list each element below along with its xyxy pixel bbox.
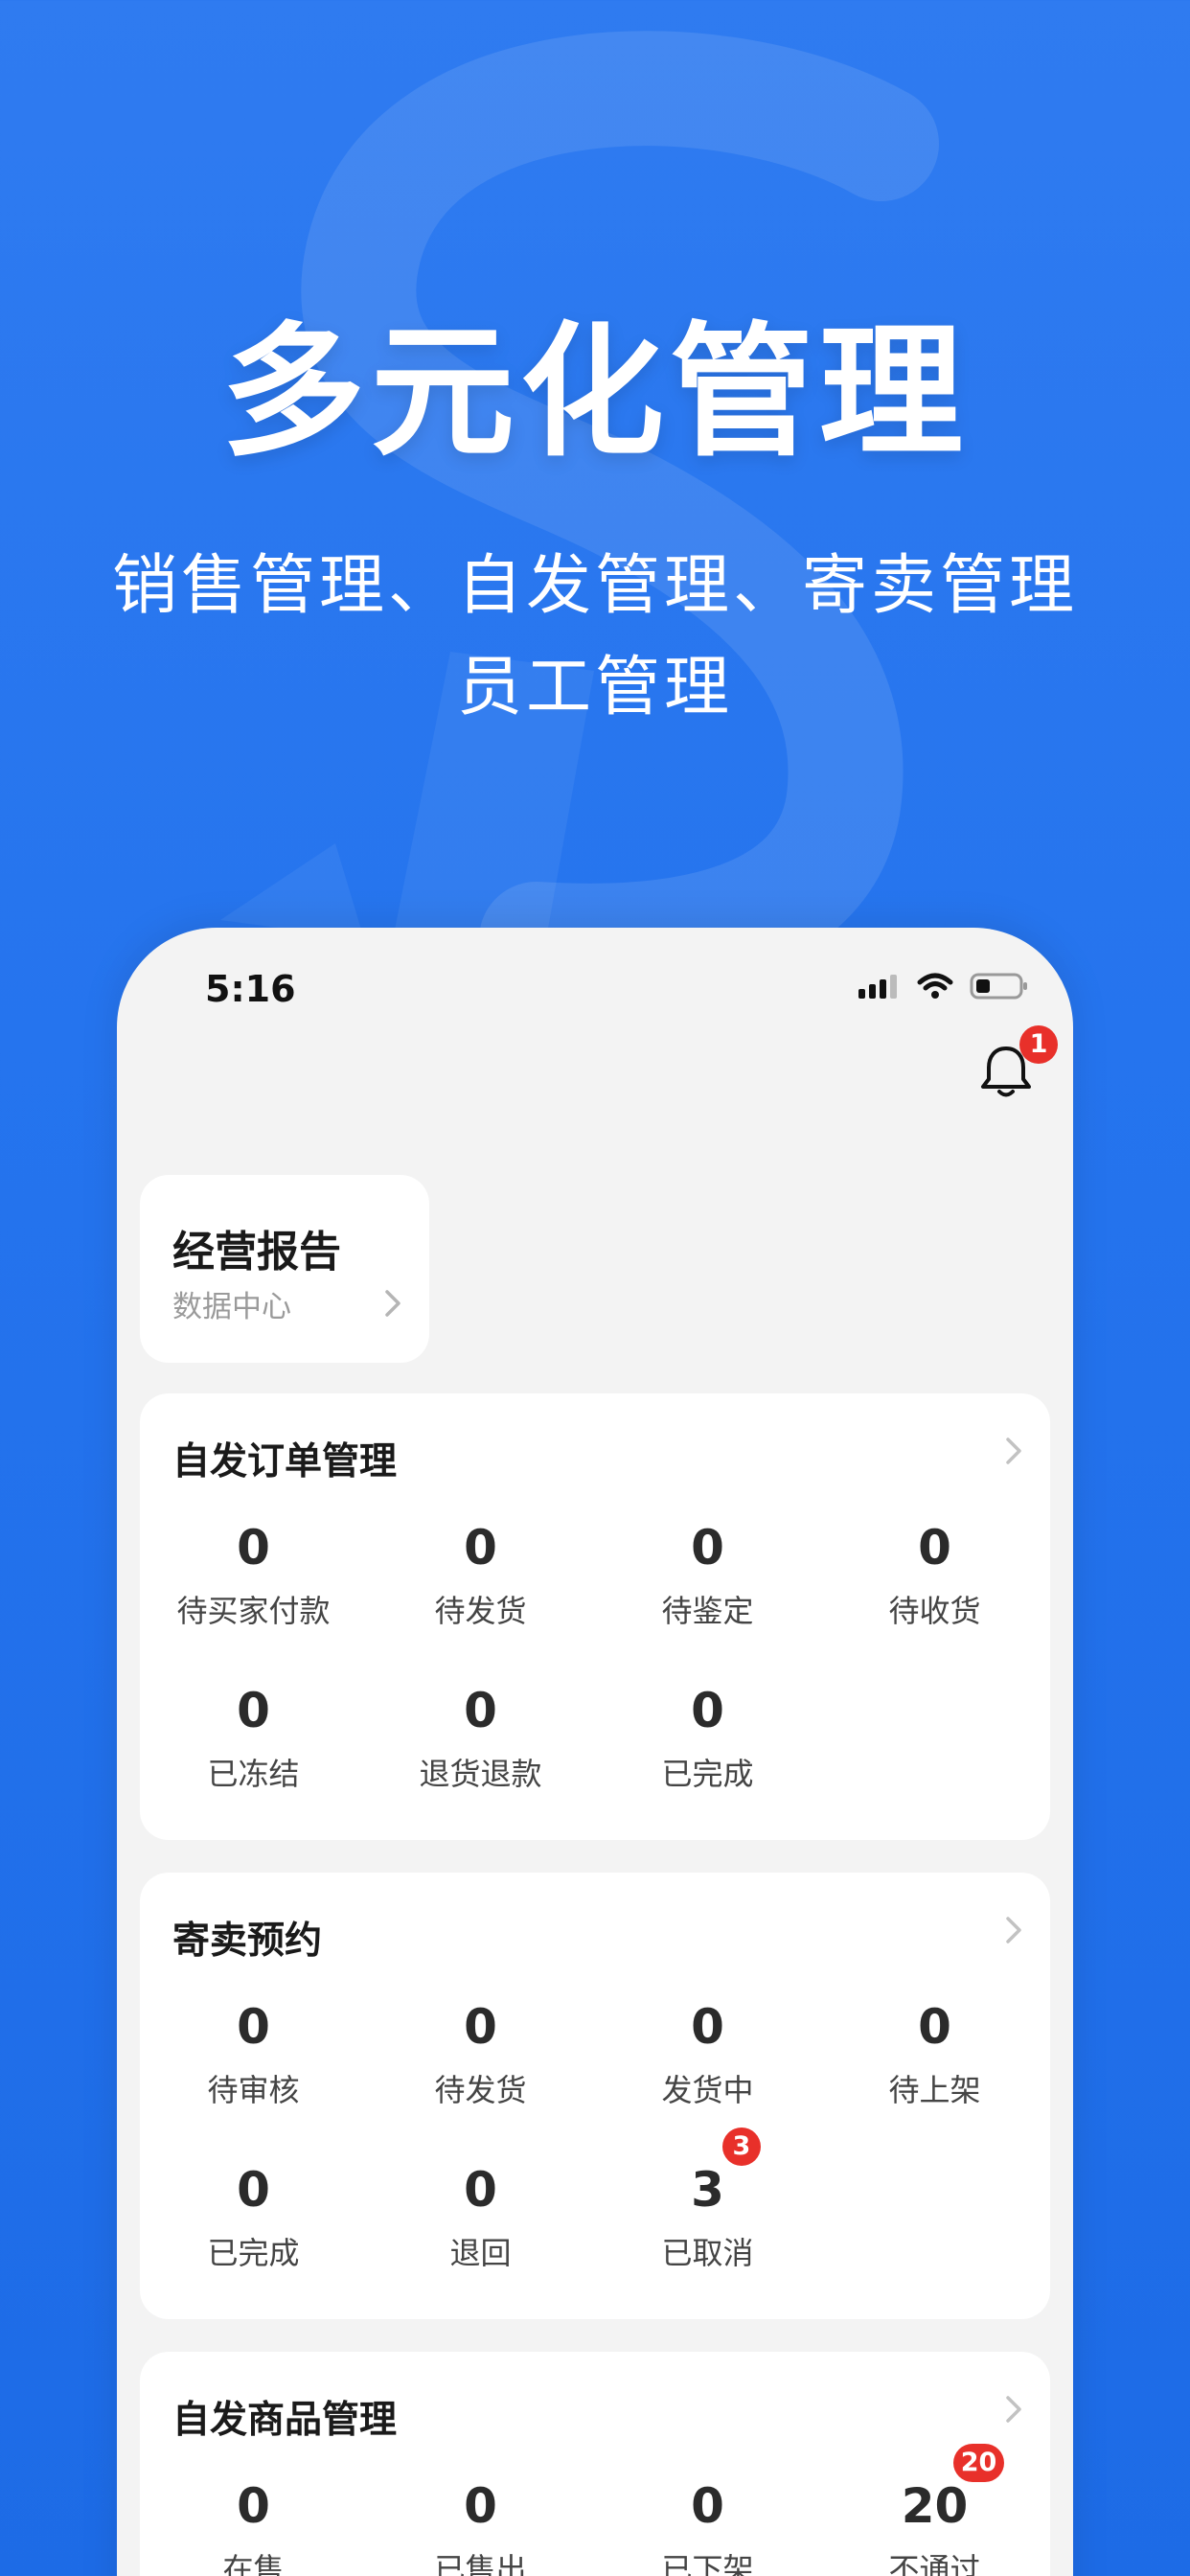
stat-item[interactable]: 0 待审核 <box>140 1995 367 2110</box>
stat-label: 退货退款 <box>419 1756 542 1792</box>
stat-value-text: 20 <box>901 2478 969 2534</box>
stat-value: 0 <box>237 2478 270 2534</box>
stat-label: 待上架 <box>888 2072 981 2108</box>
stat-value: 3 3 <box>691 2128 761 2221</box>
promo-subtitle-line2: 员工管理 <box>456 650 733 725</box>
stat-label: 已完成 <box>661 1756 754 1792</box>
stat-label: 待发货 <box>434 2072 527 2108</box>
promo-headline: 多元化管理 <box>220 310 969 476</box>
stat-item[interactable]: 0 已售出 <box>367 2474 594 2576</box>
stat-item[interactable]: 0 已下架 <box>594 2474 821 2576</box>
stat-value: 0 <box>918 1999 951 2055</box>
stat-value: 0 <box>237 2162 270 2218</box>
stat-item[interactable]: 0 在售 <box>140 2474 367 2576</box>
stat-label: 待买家付款 <box>176 1593 331 1629</box>
stat-item[interactable]: 20 20 不通过 <box>821 2444 1048 2576</box>
stat-item[interactable]: 0 发货中 <box>594 1995 821 2110</box>
stat-value: 0 <box>237 1999 270 2055</box>
stat-value: 0 <box>918 1520 951 1576</box>
section-title: 自发商品管理 <box>172 2399 398 2442</box>
report-title: 经营报告 <box>172 1228 341 1276</box>
self-product-management-section: 自发商品管理 0 在售 0 已售出 0 已下架 20 20 不通过 <box>140 2352 1050 2576</box>
notification-button[interactable]: 1 <box>975 1025 1058 1102</box>
stat-label: 已冻结 <box>207 1756 300 1792</box>
stat-label: 发货中 <box>661 2072 754 2108</box>
stat-value: 0 <box>237 1520 270 1576</box>
wifi-icon <box>917 973 953 999</box>
stat-label: 待审核 <box>207 2072 300 2108</box>
stat-label: 已完成 <box>207 2235 300 2271</box>
self-order-management-section: 自发订单管理 0 待买家付款 0 待发货 0 待鉴定 0 待收货 0 已冻结 0… <box>140 1393 1050 1840</box>
stat-label: 待发货 <box>434 1593 527 1629</box>
stat-value: 0 <box>464 2478 497 2534</box>
phone-screen: 5:16 1 经营报告 数据中心 自发订单管理 0 待买家付款 0 待发货 0 … <box>117 928 1073 2576</box>
stat-item[interactable]: 0 已冻结 <box>140 1679 367 1794</box>
stat-value: 0 <box>464 1683 497 1738</box>
signal-icon <box>858 975 897 999</box>
stat-label: 退回 <box>449 2235 512 2271</box>
chevron-right-icon[interactable] <box>1004 1915 1023 1945</box>
stat-value: 0 <box>691 1999 724 2055</box>
section-title: 寄卖预约 <box>172 1920 323 1963</box>
stat-item[interactable]: 0 已完成 <box>594 1679 821 1794</box>
stat-label: 待收货 <box>888 1593 981 1629</box>
stat-label: 在售 <box>222 2551 285 2576</box>
status-icons <box>857 972 1029 1000</box>
status-time: 5:16 <box>205 968 296 1010</box>
stat-value: 0 <box>237 1683 270 1738</box>
stat-value: 0 <box>464 1520 497 1576</box>
stat-label: 不通过 <box>888 2551 981 2576</box>
count-badge: 20 <box>952 2444 1005 2482</box>
chevron-right-icon <box>385 1290 400 1317</box>
stat-item[interactable]: 0 待买家付款 <box>140 1516 367 1631</box>
count-badge: 3 <box>721 2128 761 2166</box>
stat-item[interactable]: 3 3 已取消 <box>594 2128 821 2273</box>
consignment-appointment-section: 寄卖预约 0 待审核 0 待发货 0 发货中 0 待上架 0 已完成 0 退回 … <box>140 1873 1050 2319</box>
stat-value: 0 <box>691 1683 724 1738</box>
stat-value: 0 <box>464 1999 497 2055</box>
stat-value: 20 20 <box>901 2444 1005 2538</box>
stat-item[interactable]: 0 已完成 <box>140 2158 367 2273</box>
stat-label: 已取消 <box>661 2235 754 2271</box>
business-report-card[interactable]: 经营报告 数据中心 <box>140 1175 429 1363</box>
stat-item[interactable]: 0 待发货 <box>367 1516 594 1631</box>
stat-value: 0 <box>691 2478 724 2534</box>
stat-item[interactable]: 0 待鉴定 <box>594 1516 821 1631</box>
stat-item[interactable]: 0 待发货 <box>367 1995 594 2110</box>
stat-label: 待鉴定 <box>661 1593 754 1629</box>
promo-subtitle-line1: 销售管理、自发管理、寄卖管理 <box>111 548 1078 624</box>
stat-item[interactable]: 0 退货退款 <box>367 1679 594 1794</box>
stat-item[interactable]: 0 退回 <box>367 2158 594 2273</box>
section-title: 自发订单管理 <box>172 1440 398 1484</box>
stat-value: 0 <box>464 2162 497 2218</box>
notification-badge: 1 <box>1019 1025 1058 1064</box>
chevron-right-icon[interactable] <box>1004 2394 1023 2425</box>
stat-value-text: 3 <box>691 2162 724 2218</box>
stat-value: 0 <box>691 1520 724 1576</box>
stat-item[interactable]: 0 待收货 <box>821 1516 1048 1631</box>
chevron-right-icon[interactable] <box>1004 1436 1023 1466</box>
stat-item[interactable]: 0 待上架 <box>821 1995 1048 2110</box>
stat-label: 已售出 <box>434 2551 527 2576</box>
stat-label: 已下架 <box>661 2551 754 2576</box>
report-subtitle: 数据中心 <box>172 1290 291 1324</box>
battery-icon <box>970 973 1027 1000</box>
background-s-watermark <box>220 31 939 958</box>
